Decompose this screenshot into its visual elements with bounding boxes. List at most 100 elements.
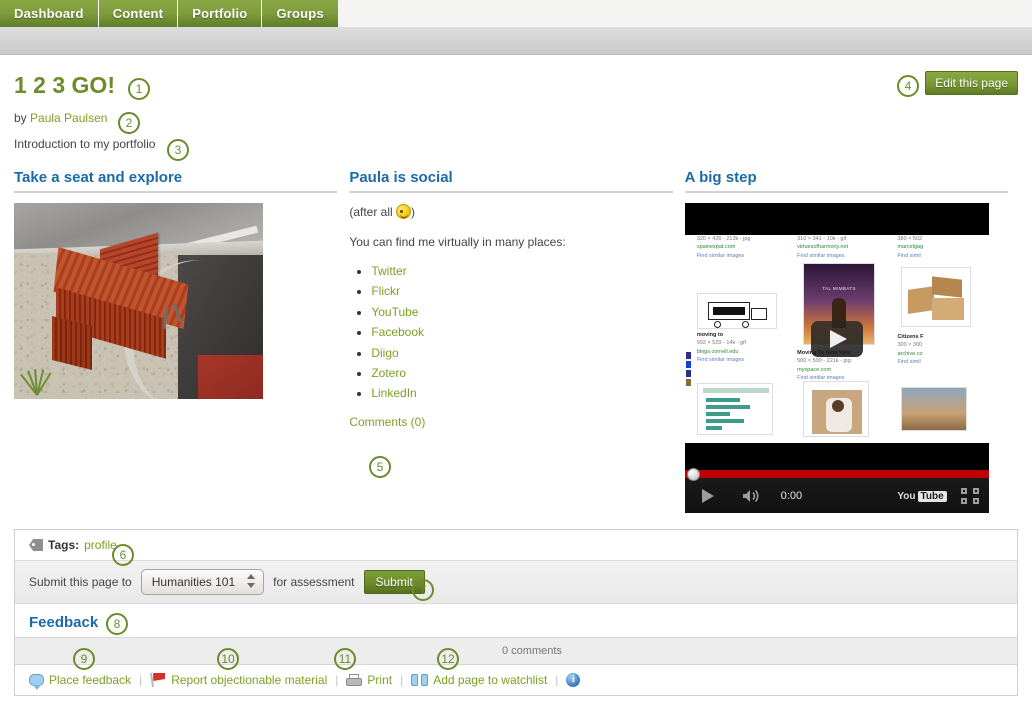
bench-photo	[14, 203, 263, 399]
red-flag-icon	[150, 673, 166, 687]
video-time-display: 0:00	[775, 490, 898, 502]
block-comments-link[interactable]: Comments (0)	[349, 415, 425, 429]
serp-title: Citizens F	[897, 333, 923, 341]
video-letterbox-top	[685, 203, 989, 235]
social-links-list: Twitter Flickr YouTube Facebook Diigo Zo…	[349, 263, 672, 403]
serp-title: moving to	[697, 331, 746, 339]
print-link[interactable]: Print	[367, 673, 392, 687]
author-link[interactable]: Paula Paulsen	[30, 111, 107, 125]
add-to-watchlist-link[interactable]: Add page to watchlist	[433, 673, 547, 687]
nav-tab-dashboard[interactable]: Dashboard	[0, 0, 99, 27]
byline-prefix: by	[14, 111, 27, 125]
block-title-image: Take a seat and explore	[14, 169, 337, 193]
serp-site: archive.co	[897, 350, 923, 358]
video-letterbox-bottom	[685, 443, 989, 469]
printer-icon	[346, 674, 362, 687]
binoculars-icon	[411, 674, 428, 686]
after-all-prefix: (after all	[349, 205, 396, 219]
report-objectionable-link[interactable]: Report objectionable material	[171, 673, 327, 687]
tag-link-profile[interactable]: profile	[84, 538, 117, 552]
page-description: Introduction to my portfolio	[14, 137, 1018, 151]
serp-dims: 320 × 426 - 213k - jpg	[697, 235, 751, 243]
list-item: LinkedIn	[371, 385, 672, 402]
page-actions-row: Place feedback | Report objectionable ma…	[15, 665, 1017, 695]
report-objectionable-action[interactable]: Report objectionable material	[150, 673, 327, 687]
nav-tab-content[interactable]: Content	[99, 0, 179, 27]
tag-icon	[29, 539, 43, 551]
action-separator: |	[555, 673, 558, 687]
list-item: Twitter	[371, 263, 672, 280]
speech-bubble-icon	[29, 674, 44, 686]
serp-dims: 310 × 341 - 10k - gif	[797, 235, 848, 243]
action-separator: |	[400, 673, 403, 687]
nav-tab-portfolio[interactable]: Portfolio	[178, 0, 262, 27]
social-link-facebook[interactable]: Facebook	[371, 325, 424, 339]
serp-dims: 300 × 300	[897, 341, 923, 349]
comment-count-label: 0 comments	[502, 645, 562, 657]
video-progress-knob[interactable]	[687, 468, 700, 481]
block-take-a-seat: Take a seat and explore	[14, 169, 347, 513]
comment-count-bar: 0 comments	[15, 637, 1017, 665]
add-to-watchlist-action[interactable]: Add page to watchlist	[411, 673, 547, 687]
action-separator: |	[335, 673, 338, 687]
info-icon[interactable]: i	[566, 673, 580, 687]
youtube-video-player[interactable]: 320 × 426 - 213k - jpg spainexpat.com Fi…	[685, 203, 989, 513]
assessment-group-select[interactable]: Humanities 101	[141, 569, 264, 595]
page-byline: by Paula Paulsen	[14, 111, 1018, 125]
serp-column: 380 × 502 marcelgag Find simil Citizens …	[897, 231, 988, 469]
list-item: Facebook	[371, 324, 672, 341]
serp-dims: 992 × 529 - 14k - gif	[697, 339, 746, 347]
social-link-youtube[interactable]: YouTube	[371, 305, 418, 319]
fullscreen-icon[interactable]	[953, 479, 987, 513]
serp-similar: Find similar images	[797, 252, 848, 260]
tags-label: Tags:	[48, 538, 79, 552]
youtube-logo[interactable]: YouTube	[897, 491, 952, 502]
page-footer-panel: Tags: profile Submit this page to Humani…	[14, 529, 1018, 696]
nav-tab-groups[interactable]: Groups	[262, 0, 337, 27]
stepper-arrows-icon[interactable]	[247, 574, 255, 588]
serp-site: marcelgag	[897, 243, 923, 251]
place-feedback-action[interactable]: Place feedback	[29, 673, 131, 687]
submit-suffix-label: for assessment	[273, 575, 354, 589]
serp-site: spainexpat.com	[697, 243, 751, 251]
youtube-logo-you: You	[897, 491, 915, 502]
social-link-flickr[interactable]: Flickr	[371, 284, 400, 298]
submit-for-assessment-row: Submit this page to Humanities 101 for a…	[15, 560, 1017, 604]
serp-similar: Find simil	[897, 358, 923, 366]
serp-similar: Find similar images	[697, 356, 746, 364]
feedback-heading: Feedback	[15, 604, 1017, 637]
after-all-line: (after all )	[349, 203, 672, 221]
edit-this-page-button[interactable]: Edit this page	[925, 71, 1018, 95]
volume-icon[interactable]	[729, 479, 775, 513]
secondary-toolbar-strip	[0, 27, 1032, 55]
play-button[interactable]	[687, 479, 729, 513]
poster-caption: TAL MIMBATS	[804, 286, 874, 291]
thumbnail-left-strip	[685, 351, 696, 385]
social-link-linkedin[interactable]: LinkedIn	[371, 386, 416, 400]
submit-button[interactable]: Submit	[364, 570, 425, 594]
youtube-logo-tube: Tube	[918, 491, 947, 502]
serp-similar: Find simil	[897, 252, 923, 260]
serp-similar: Find similar images	[697, 252, 751, 260]
serp-site: myspace.com	[797, 366, 851, 374]
list-item: Flickr	[371, 283, 672, 300]
list-item: YouTube	[371, 304, 672, 321]
social-link-zotero[interactable]: Zotero	[371, 366, 406, 380]
list-item: Diigo	[371, 345, 672, 362]
block-a-big-step: A big step 320 × 426 - 213k - jpg spaine…	[685, 169, 1018, 513]
assessment-group-selected-value: Humanities 101	[152, 575, 235, 589]
video-progress-bar[interactable]	[685, 469, 989, 478]
social-link-diigo[interactable]: Diigo	[371, 346, 398, 360]
print-action[interactable]: Print	[346, 673, 392, 687]
serp-dims: 380 × 502	[897, 235, 923, 243]
play-overlay-button[interactable]	[811, 321, 863, 357]
serp-column: 320 × 426 - 213k - jpg spainexpat.com Fi…	[697, 231, 791, 469]
block-columns: Take a seat and explore	[14, 169, 1018, 513]
after-all-suffix: )	[411, 205, 415, 219]
video-control-bar: 0:00 YouTube	[685, 469, 989, 513]
page-content: 1 2 3 GO! Edit this page by Paula Paulse…	[0, 71, 1032, 513]
serp-site: virtuesofharmony.net	[797, 243, 848, 251]
place-feedback-link[interactable]: Place feedback	[49, 673, 131, 687]
block-title-social: Paula is social	[349, 169, 672, 193]
social-link-twitter[interactable]: Twitter	[371, 264, 406, 278]
